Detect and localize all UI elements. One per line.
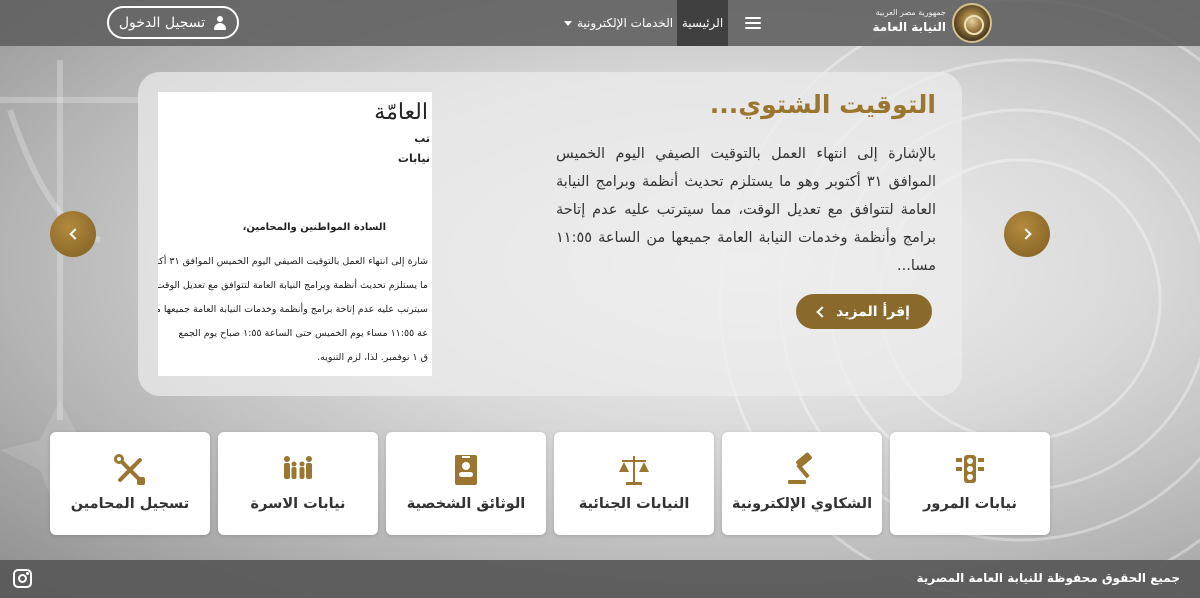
service-label: نيابات الاسرة — [250, 496, 346, 512]
doc-body: شارة إلى انتهاء العمل بالتوقيت الصيفي ال… — [158, 250, 428, 370]
caret-down-icon — [563, 20, 572, 26]
read-more-button[interactable]: إقرأ المزيد — [796, 294, 932, 329]
service-family-prosecution[interactable]: نيابات الاسرة — [218, 432, 378, 535]
prosecution-logo-icon — [952, 3, 992, 43]
nav-e-services-dropdown[interactable]: الخدمات الإلكترونية — [560, 0, 677, 46]
service-label: النيابات الجنائية — [578, 496, 690, 512]
brand[interactable]: جمهورية مصر العربية النيابة العامة — [873, 3, 992, 43]
nav-home[interactable]: الرئيسية — [677, 0, 728, 46]
doc-salutation: السادة المواطنين والمحامين، — [242, 222, 386, 233]
instagram-icon[interactable] — [13, 569, 32, 588]
service-e-complaints[interactable]: الشكاوي الإلكترونية — [722, 432, 882, 535]
scales-icon — [619, 456, 649, 485]
service-label: الشكاوي الإلكترونية — [731, 496, 873, 512]
doc-subheading: نيابات — [397, 152, 430, 165]
nav-e-services-label: الخدمات الإلكترونية — [576, 16, 674, 30]
hamburger-icon — [745, 16, 761, 30]
chevron-right-icon — [1019, 228, 1032, 240]
login-label: تسجيل الدخول — [118, 14, 206, 31]
service-label: الوثائق الشخصية — [406, 496, 526, 512]
tools-icon — [114, 454, 145, 485]
service-label: نيابات المرور — [923, 496, 1017, 512]
service-personal-documents[interactable]: الوثائق الشخصية — [386, 432, 546, 535]
service-label: تسجيل المحامين — [70, 496, 190, 512]
slider-prev-button[interactable] — [50, 211, 96, 257]
footer: جميع الحقوق محفوظة للنيابة العامة المصري… — [0, 560, 1200, 598]
announcement-document-image[interactable]: العامّة تب نيابات السادة المواطنين والمح… — [158, 92, 432, 376]
brand-name: النيابة العامة — [872, 20, 947, 34]
copyright-text: جميع الحقوق محفوظة للنيابة العامة المصري… — [916, 571, 1180, 585]
menu-button[interactable] — [728, 0, 778, 46]
family-icon — [284, 456, 312, 479]
doc-line: ما يستلزم تحديث أنظمة وبرامج النيابة الع… — [158, 280, 428, 291]
slide-text: بالإشارة إلى انتهاء العمل بالتوقيت الصيف… — [556, 146, 937, 274]
doc-subheading: تب — [414, 132, 430, 145]
brand-subtitle: جمهورية مصر العربية — [875, 8, 946, 17]
top-navbar: جمهورية مصر العربية النيابة العامة الرئي… — [0, 0, 1200, 46]
doc-line: شارة إلى انتهاء العمل بالتوقيت الصيفي ال… — [158, 256, 428, 267]
services-grid: نيابات المرور الشكاوي الإلكترونية النياب… — [50, 432, 1050, 535]
service-criminal-prosecution[interactable]: النيابات الجنائية — [554, 432, 714, 535]
user-icon — [213, 15, 227, 30]
read-more-label: إقرأ المزيد — [836, 303, 910, 320]
login-button[interactable]: تسجيل الدخول — [107, 6, 239, 39]
doc-line: عة ١١:٥٥ مساء يوم الخميس حتى الساعة ١:٥٥… — [178, 328, 428, 339]
id-card-icon — [455, 455, 477, 485]
doc-heading: العامّة — [374, 100, 428, 125]
doc-line: سيترتب عليه عدم إتاحة برامج وأنظمة وخدما… — [158, 304, 428, 315]
slider-next-button[interactable] — [1004, 211, 1050, 257]
chevron-left-icon — [816, 305, 828, 318]
service-lawyer-registration[interactable]: تسجيل المحامين — [50, 432, 210, 535]
news-slide: التوقيت الشتوي... بالإشارة إلى انتهاء ال… — [138, 72, 962, 396]
gavel-icon — [788, 452, 812, 484]
slide-title: التوقيت الشتوي... — [709, 90, 936, 119]
service-traffic-prosecution[interactable]: نيابات المرور — [890, 432, 1050, 535]
doc-line: ق ١ نوفمبر. لذا، لزم التنويه. — [317, 352, 428, 363]
traffic-light-icon — [956, 455, 984, 483]
chevron-left-icon — [68, 228, 81, 240]
